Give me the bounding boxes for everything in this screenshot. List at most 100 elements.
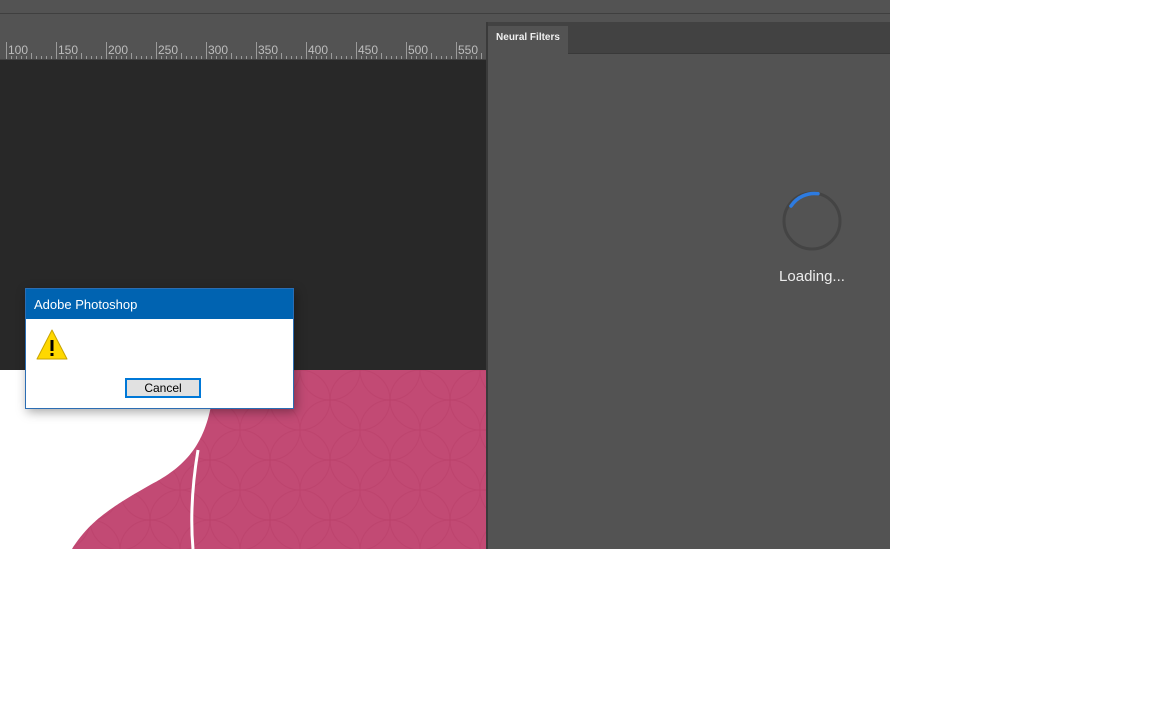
ruler-label: 250 — [158, 43, 179, 57]
ruler-tick — [236, 56, 237, 59]
ruler-tick — [171, 56, 172, 59]
neural-filters-panel: Neural Filters Loading... — [488, 22, 890, 549]
ruler-tick — [211, 56, 212, 59]
horizontal-ruler[interactable]: 100 150 200 250 300 350 400 450 500 550 — [0, 42, 487, 60]
tab-neural-filters[interactable]: Neural Filters — [488, 26, 568, 54]
ruler-label: 100 — [8, 43, 29, 57]
ruler-tick — [181, 53, 182, 59]
ruler-label: 450 — [358, 43, 379, 57]
ruler-tick — [481, 53, 482, 59]
ruler-tick — [176, 56, 177, 59]
ruler-tick — [241, 56, 242, 59]
top-bar — [0, 0, 890, 14]
cancel-button[interactable]: Cancel — [125, 378, 201, 398]
ruler-tick — [216, 56, 217, 59]
ruler-label: 200 — [108, 43, 129, 57]
ruler-tick — [31, 53, 32, 59]
ruler-tick — [6, 42, 7, 59]
ruler-tick — [396, 56, 397, 59]
ruler-label: 350 — [258, 43, 279, 57]
photoshop-window: 100 150 200 250 300 350 400 450 500 550 — [0, 0, 890, 549]
ruler-tick — [81, 53, 82, 59]
dialog-title: Adobe Photoshop — [34, 297, 138, 312]
loading-text: Loading... — [779, 268, 845, 285]
ruler-tick — [276, 56, 277, 59]
ruler-tick — [346, 56, 347, 59]
ruler-tick — [291, 56, 292, 59]
ruler-tick — [226, 56, 227, 59]
ruler-tick — [466, 56, 467, 59]
ruler-tick — [11, 56, 12, 59]
ruler-tick — [461, 56, 462, 59]
ruler-tick — [231, 53, 232, 59]
ruler-tick — [456, 42, 457, 59]
ruler-tick — [221, 56, 222, 59]
ruler-tick — [191, 56, 192, 59]
ruler-label: 300 — [208, 43, 229, 57]
ruler-tick — [331, 53, 332, 59]
ruler-tick — [116, 56, 117, 59]
ruler-tick — [451, 56, 452, 59]
ruler-tick — [206, 42, 207, 59]
ruler-tick — [311, 56, 312, 59]
ruler-tick — [106, 42, 107, 59]
ruler-tick — [321, 56, 322, 59]
ruler-tick — [421, 56, 422, 59]
ruler-tick — [391, 56, 392, 59]
alert-dialog: Adobe Photoshop Cancel — [25, 288, 294, 409]
ruler-tick — [96, 56, 97, 59]
ruler-tick — [71, 56, 72, 59]
ruler-tick — [151, 56, 152, 59]
panel-tab-bar: Neural Filters — [488, 22, 890, 54]
ruler-tick — [401, 56, 402, 59]
ruler-tick — [91, 56, 92, 59]
ruler-tick — [386, 56, 387, 59]
ruler-tick — [351, 56, 352, 59]
ruler-tick — [66, 56, 67, 59]
ruler-tick — [186, 56, 187, 59]
ruler-tick — [101, 56, 102, 59]
ruler-tick — [136, 56, 137, 59]
ruler-tick — [76, 56, 77, 59]
ruler-tick — [146, 56, 147, 59]
dialog-titlebar[interactable]: Adobe Photoshop — [26, 289, 293, 319]
ruler-label: 500 — [408, 43, 429, 57]
ruler-tick — [196, 56, 197, 59]
ruler-tick — [111, 56, 112, 59]
ruler-tick — [426, 56, 427, 59]
ruler-tick — [251, 56, 252, 59]
ruler-tick — [416, 56, 417, 59]
ruler-tick — [26, 56, 27, 59]
ruler-tick — [436, 56, 437, 59]
ruler-tick — [301, 56, 302, 59]
ruler-tick — [371, 56, 372, 59]
ruler-tick — [441, 56, 442, 59]
ruler-label: 400 — [308, 43, 329, 57]
warning-icon — [36, 329, 68, 360]
ruler-tick — [306, 42, 307, 59]
ruler-tick — [361, 56, 362, 59]
ruler-label: 550 — [458, 43, 479, 57]
ruler-tick — [86, 56, 87, 59]
ruler-tick — [286, 56, 287, 59]
ruler-tick — [446, 56, 447, 59]
ruler-label: 150 — [58, 43, 79, 57]
ruler-tick — [41, 56, 42, 59]
options-strip — [0, 14, 487, 42]
ruler-tick — [261, 56, 262, 59]
ruler-tick — [201, 56, 202, 59]
ruler-tick — [166, 56, 167, 59]
ruler-tick — [61, 56, 62, 59]
ruler-tick — [36, 56, 37, 59]
ruler-tick — [271, 56, 272, 59]
ruler-tick — [121, 56, 122, 59]
ruler-tick — [56, 42, 57, 59]
ruler-tick — [431, 53, 432, 59]
ruler-tick — [376, 56, 377, 59]
ruler-tick — [16, 56, 17, 59]
ruler-tick — [131, 53, 132, 59]
ruler-tick — [281, 53, 282, 59]
ruler-tick — [476, 56, 477, 59]
ruler-tick — [366, 56, 367, 59]
ruler-tick — [381, 53, 382, 59]
